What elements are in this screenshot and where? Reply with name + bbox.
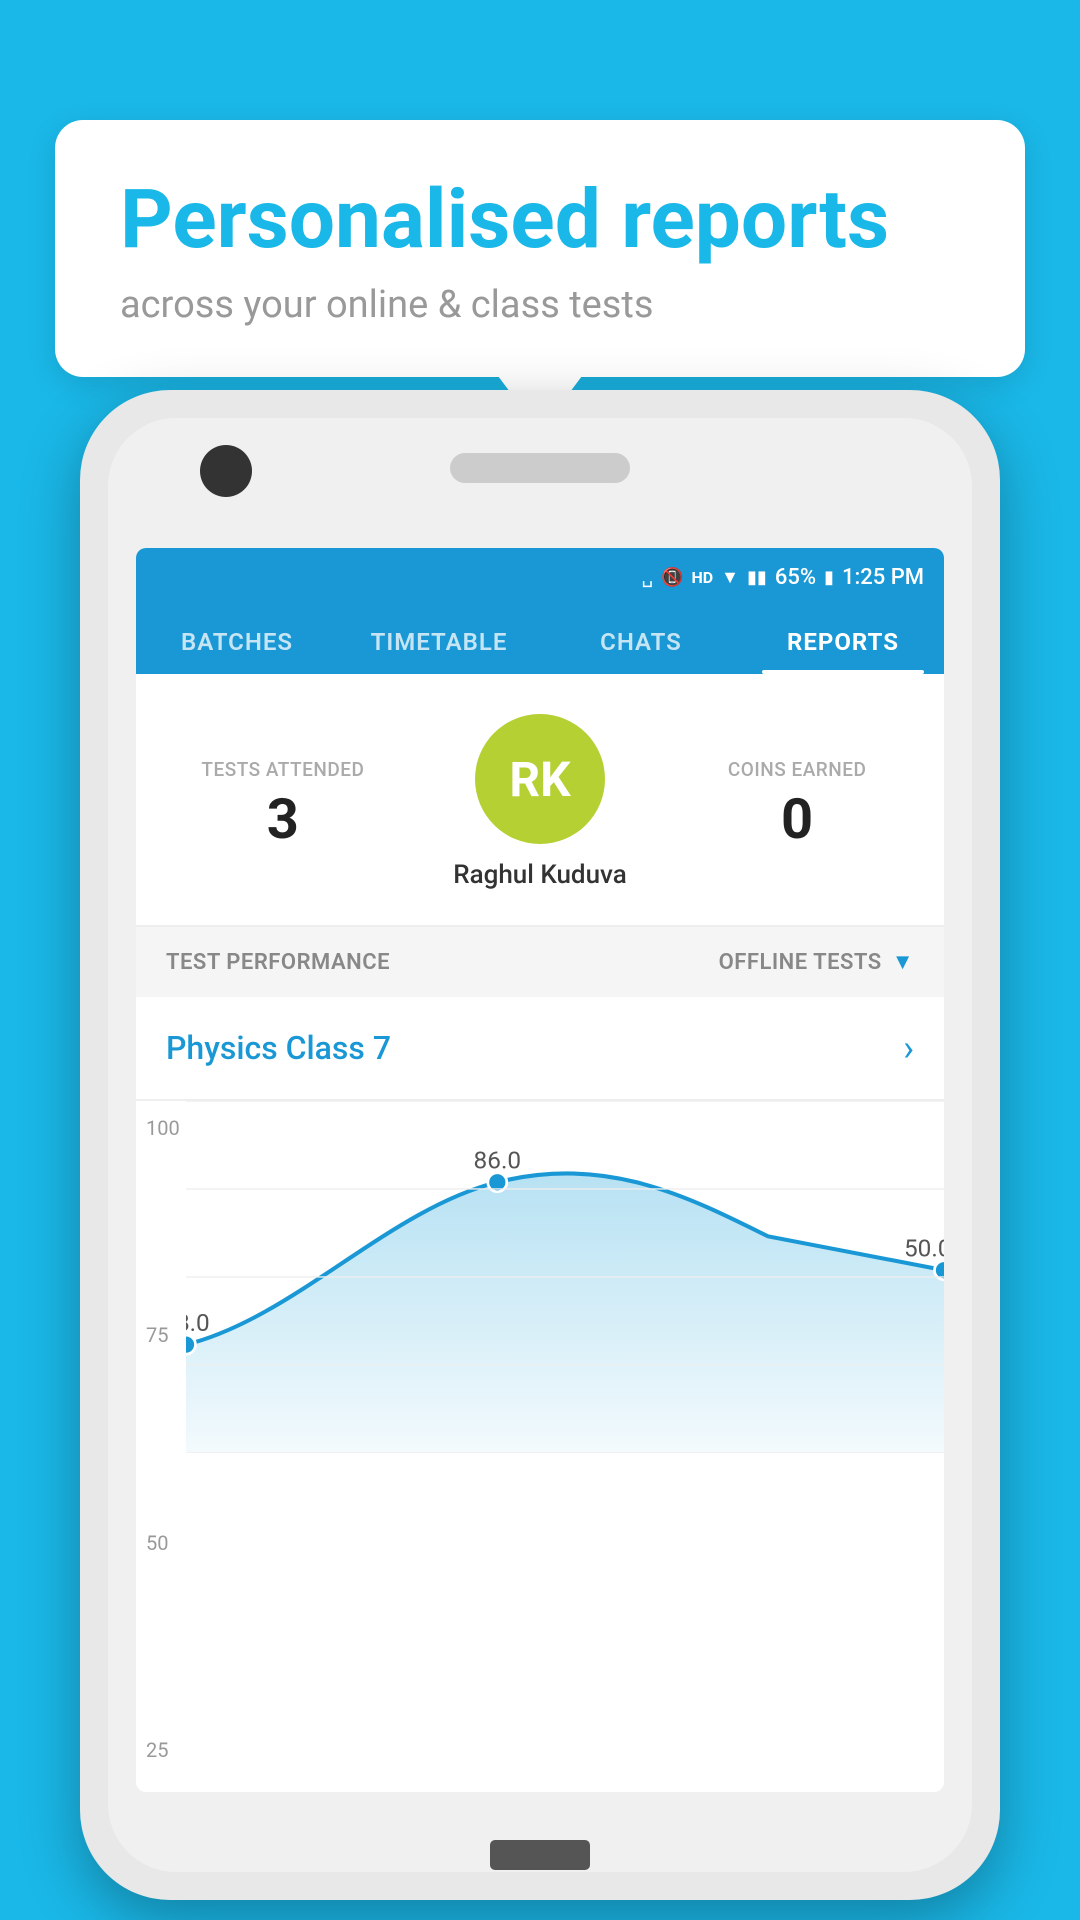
tab-reports[interactable]: REPORTS bbox=[742, 606, 944, 674]
avatar-section: RK Raghul Kuduva bbox=[400, 714, 681, 890]
class-chevron-right-icon: › bbox=[903, 1027, 914, 1069]
svg-text:50.0: 50.0 bbox=[904, 1234, 944, 1263]
phone-outer: ␣ 📵 HD ▼ ▮▮ 65% ▮ 1:25 PM BATCHES bbox=[80, 390, 1000, 1900]
tooltip-title: Personalised reports bbox=[120, 175, 960, 265]
hd-icon: HD bbox=[691, 568, 713, 587]
y-label-75: 75 bbox=[146, 1323, 180, 1347]
signal-icon: ▮▮ bbox=[747, 567, 767, 588]
tests-attended-value: 3 bbox=[166, 791, 400, 847]
tests-attended-label: TESTS ATTENDED bbox=[166, 758, 400, 781]
nav-tabs: BATCHES TIMETABLE CHATS REPORTS bbox=[136, 606, 944, 674]
phone-mockup: ␣ 📵 HD ▼ ▮▮ 65% ▮ 1:25 PM BATCHES bbox=[80, 390, 1000, 1900]
tooltip-card: Personalised reports across your online … bbox=[55, 120, 1025, 377]
phone-inner: ␣ 📵 HD ▼ ▮▮ 65% ▮ 1:25 PM BATCHES bbox=[108, 418, 972, 1872]
avatar: RK bbox=[475, 714, 605, 844]
tab-timetable[interactable]: TIMETABLE bbox=[338, 606, 540, 674]
battery-icon: ▮ bbox=[824, 567, 834, 588]
status-bar: ␣ 📵 HD ▼ ▮▮ 65% ▮ 1:25 PM bbox=[136, 548, 944, 606]
time-text: 1:25 PM bbox=[842, 565, 924, 590]
y-label-25: 25 bbox=[146, 1738, 180, 1762]
class-row[interactable]: Physics Class 7 › bbox=[136, 997, 944, 1101]
coins-earned-block: COINS EARNED 0 bbox=[680, 758, 914, 847]
performance-label: TEST PERFORMANCE bbox=[166, 950, 390, 975]
coins-earned-label: COINS EARNED bbox=[680, 758, 914, 781]
screen: ␣ 📵 HD ▼ ▮▮ 65% ▮ 1:25 PM BATCHES bbox=[136, 548, 944, 1792]
chart-area: 100 75 50 25 bbox=[136, 1101, 944, 1792]
phone-camera bbox=[200, 445, 252, 497]
chart-point-1 bbox=[186, 1335, 195, 1354]
performance-bar: TEST PERFORMANCE OFFLINE TESTS ▼ bbox=[136, 927, 944, 997]
coins-earned-value: 0 bbox=[680, 791, 914, 847]
vibrate-icon: 📵 bbox=[661, 567, 683, 588]
profile-section: TESTS ATTENDED 3 RK Raghul Kuduva COINS … bbox=[136, 674, 944, 925]
chart-y-labels: 100 75 50 25 bbox=[146, 1101, 180, 1792]
offline-tests-label: OFFLINE TESTS bbox=[719, 950, 882, 975]
phone-home-button[interactable] bbox=[490, 1840, 590, 1870]
user-name: Raghul Kuduva bbox=[453, 860, 627, 890]
chart-svg: 68.0 86.0 50.0 bbox=[186, 1101, 944, 1453]
svg-text:68.0: 68.0 bbox=[186, 1308, 210, 1337]
chevron-down-icon: ▼ bbox=[892, 949, 914, 975]
offline-tests-button[interactable]: OFFLINE TESTS ▼ bbox=[719, 949, 914, 975]
phone-speaker bbox=[450, 453, 630, 483]
y-label-100: 100 bbox=[146, 1116, 180, 1140]
class-name: Physics Class 7 bbox=[166, 1029, 391, 1067]
status-icons: ␣ 📵 HD ▼ ▮▮ 65% ▮ 1:25 PM bbox=[642, 565, 924, 590]
y-label-50: 50 bbox=[146, 1531, 180, 1555]
svg-text:86.0: 86.0 bbox=[474, 1146, 521, 1175]
tests-attended-block: TESTS ATTENDED 3 bbox=[166, 758, 400, 847]
tab-batches[interactable]: BATCHES bbox=[136, 606, 338, 674]
battery-text: 65% bbox=[775, 565, 816, 590]
avatar-initials: RK bbox=[509, 751, 570, 808]
tooltip-subtitle: across your online & class tests bbox=[120, 283, 960, 327]
bluetooth-icon: ␣ bbox=[642, 567, 653, 588]
wifi-icon: ▼ bbox=[721, 567, 739, 588]
tab-chats[interactable]: CHATS bbox=[540, 606, 742, 674]
